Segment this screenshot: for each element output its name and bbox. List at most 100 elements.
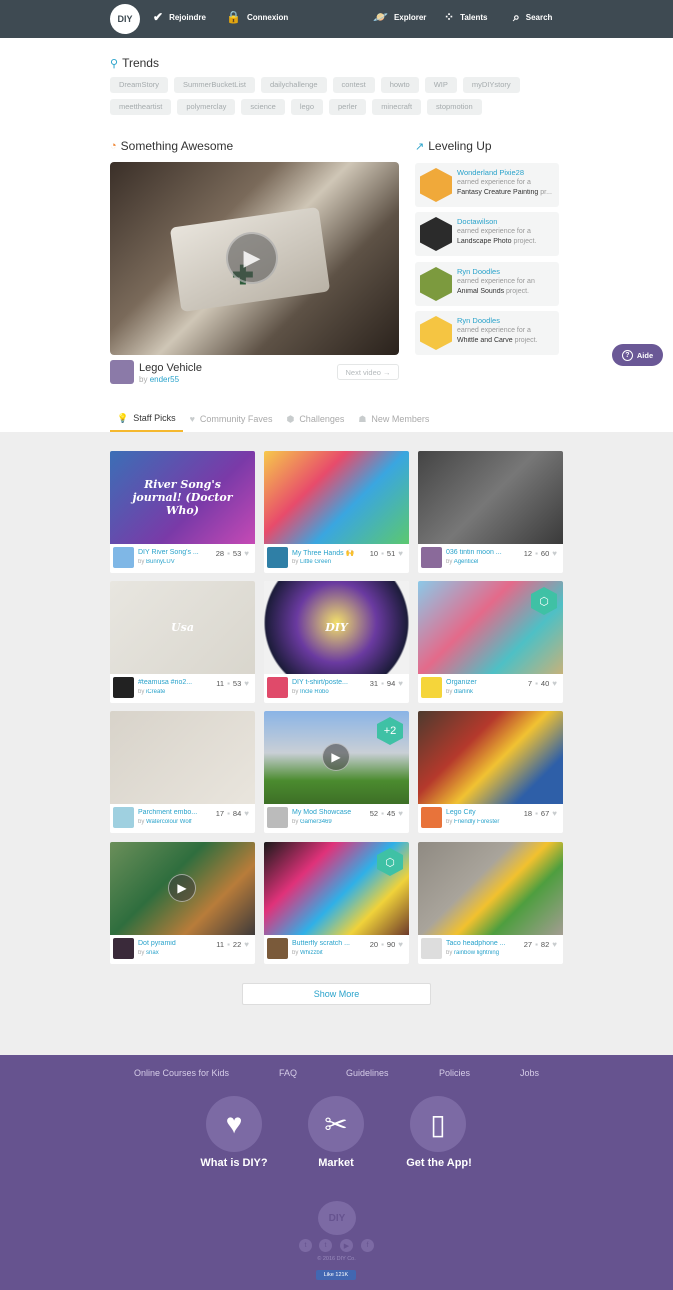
tab-community-faves[interactable]: ♥ Community Faves [183,406,280,432]
next-video-button[interactable]: Next video → [337,364,399,380]
author-avatar[interactable] [421,547,442,568]
author-avatar[interactable] [113,807,134,828]
diy-logo[interactable]: DIY [110,4,140,34]
heart-icon[interactable]: ♥ [552,940,557,949]
trend-tag[interactable]: howto [380,77,419,93]
project-card[interactable]: 036 tintin moon ... by Agenticel 12 ▪ 60 ♥ [418,451,563,573]
show-more-button[interactable]: Show More [242,983,431,1005]
comment-icon[interactable]: ▪ [381,809,384,818]
leveling-card[interactable]: Wonderland Pixie28 earned experience for … [415,163,559,207]
talents-link[interactable]: ⁘ Talents [444,11,487,23]
project-title[interactable]: My Mod Showcase [292,809,360,816]
author-link[interactable]: Whizzbit [300,950,323,956]
join-link[interactable]: ✔ Rejoindre [153,11,206,23]
play-icon[interactable]: ▶ [322,743,350,771]
trend-tag[interactable]: meettheartist [110,99,172,115]
author-avatar[interactable] [267,807,288,828]
author-avatar[interactable] [421,807,442,828]
leveling-user[interactable]: Ryn Doodles [457,267,500,276]
leveling-card[interactable]: Ryn Doodles earned experience for a Whittl… [415,311,559,355]
footer-link-courses[interactable]: Online Courses for Kids [134,1068,229,1078]
footer-link-jobs[interactable]: Jobs [520,1068,539,1078]
footer-link-policies[interactable]: Policies [439,1068,470,1078]
heart-icon[interactable]: ♥ [244,549,249,558]
project-title[interactable]: Taco headphone ... [446,940,514,947]
author-link[interactable]: Friendly Forester [454,819,499,825]
author-link[interactable]: Agenticel [454,559,479,565]
project-card[interactable]: Taco headphone ... by rainbow lightning 27… [418,842,563,964]
comment-icon[interactable]: ▪ [227,940,230,949]
project-card[interactable]: DIY DIY t-shirt/poste... by Incle Robo 31 ▪ 9… [264,581,409,703]
market-link[interactable]: Market [286,1157,386,1169]
video-title[interactable]: Lego Vehicle [139,362,202,374]
heart-icon[interactable]: ♥ [398,549,403,558]
leveling-user[interactable]: Doctawilson [457,217,497,226]
phone-icon[interactable]: ▯ [410,1096,466,1152]
author-link[interactable]: Incle Robo [300,689,329,695]
leveling-card[interactable]: Doctawilson earned experience for a Landsc… [415,212,559,256]
play-icon[interactable]: ▶ [168,874,196,902]
project-image[interactable] [418,711,563,804]
author-avatar[interactable] [113,938,134,959]
trend-tag[interactable]: polymerclay [177,99,236,115]
project-title[interactable]: 036 tintin moon ... [446,549,514,556]
leveling-user[interactable]: Ryn Doodles [457,316,500,325]
project-card[interactable]: ▶ Dot pyramid by snax 11 ▪ 22 ♥ [110,842,255,964]
author-link[interactable]: Little Green [300,559,331,565]
twitter-icon[interactable]: t [319,1239,332,1252]
project-card[interactable]: My Three Hands 🙌 by Little Green 10 ▪ 51 ♥ [264,451,409,573]
project-image[interactable] [418,842,563,935]
heart-icon[interactable]: ♥ [552,549,557,558]
author-link[interactable]: dlarlink [454,689,473,695]
trend-tag[interactable]: minecraft [372,99,422,115]
tab-challenges[interactable]: ⬢ Challenges [279,406,351,432]
author-link[interactable]: iCreate [146,689,165,695]
trend-tag[interactable]: perler [329,99,367,115]
tab-new-members[interactable]: ☗ New Members [351,406,436,432]
trend-tag[interactable]: dailychallenge [260,77,327,93]
comment-icon[interactable]: ▪ [227,679,230,688]
comment-icon[interactable]: ▪ [535,940,538,949]
heart-icon[interactable]: ♥ [206,1096,262,1152]
help-button[interactable]: ? Aide [612,344,663,366]
project-title[interactable]: Lego City [446,809,514,816]
author-avatar[interactable] [267,677,288,698]
footer-logo[interactable]: DIY [318,1201,356,1235]
heart-icon[interactable]: ♥ [398,940,403,949]
author-link[interactable]: rainbow lightning [454,950,499,956]
project-title[interactable]: Organizer [446,679,514,686]
project-image[interactable] [264,451,409,544]
project-card[interactable]: Usa #teamusa #rio2... by iCreate 11 ▪ 53 ♥ [110,581,255,703]
play-icon[interactable]: ▶ [226,232,278,284]
comment-icon[interactable]: ▪ [227,549,230,558]
author-avatar[interactable] [421,677,442,698]
project-title[interactable]: DIY River Song's ... [138,549,206,556]
tools-icon[interactable]: ✂ [308,1096,364,1152]
heart-icon[interactable]: ♥ [398,679,403,688]
project-card[interactable]: +2 ▶ My Mod Showcase by Gamer3469 52 ▪ 45 ♥ [264,711,409,833]
project-image[interactable] [418,451,563,544]
footer-link-guidelines[interactable]: Guidelines [346,1068,389,1078]
facebook-icon[interactable]: f [361,1239,374,1252]
author-avatar[interactable] [267,938,288,959]
featured-video[interactable]: ✚ ▶ [110,162,399,355]
author-avatar[interactable] [421,938,442,959]
heart-icon[interactable]: ♥ [244,679,249,688]
youtube-icon[interactable]: ▶ [340,1239,353,1252]
heart-icon[interactable]: ♥ [398,809,403,818]
footer-link-faq[interactable]: FAQ [279,1068,297,1078]
leveling-card[interactable]: Ryn Doodles earned experience for an Anima… [415,262,559,306]
explore-link[interactable]: 🪐 Explorer [373,11,426,23]
comment-icon[interactable]: ▪ [381,940,384,949]
author-link[interactable]: BunnyLUV [146,559,175,565]
project-image[interactable] [110,711,255,804]
project-title[interactable]: My Three Hands 🙌 [292,549,360,557]
trend-tag[interactable]: science [241,99,285,115]
author-link[interactable]: Gamer3469 [300,819,332,825]
author-avatar[interactable] [110,360,134,384]
author-avatar[interactable] [113,677,134,698]
heart-icon[interactable]: ♥ [244,809,249,818]
project-title[interactable]: #teamusa #rio2... [138,679,206,686]
project-card[interactable]: ⬡ Organizer by dlarlink 7 ▪ 40 ♥ [418,581,563,703]
leveling-user[interactable]: Wonderland Pixie28 [457,168,524,177]
